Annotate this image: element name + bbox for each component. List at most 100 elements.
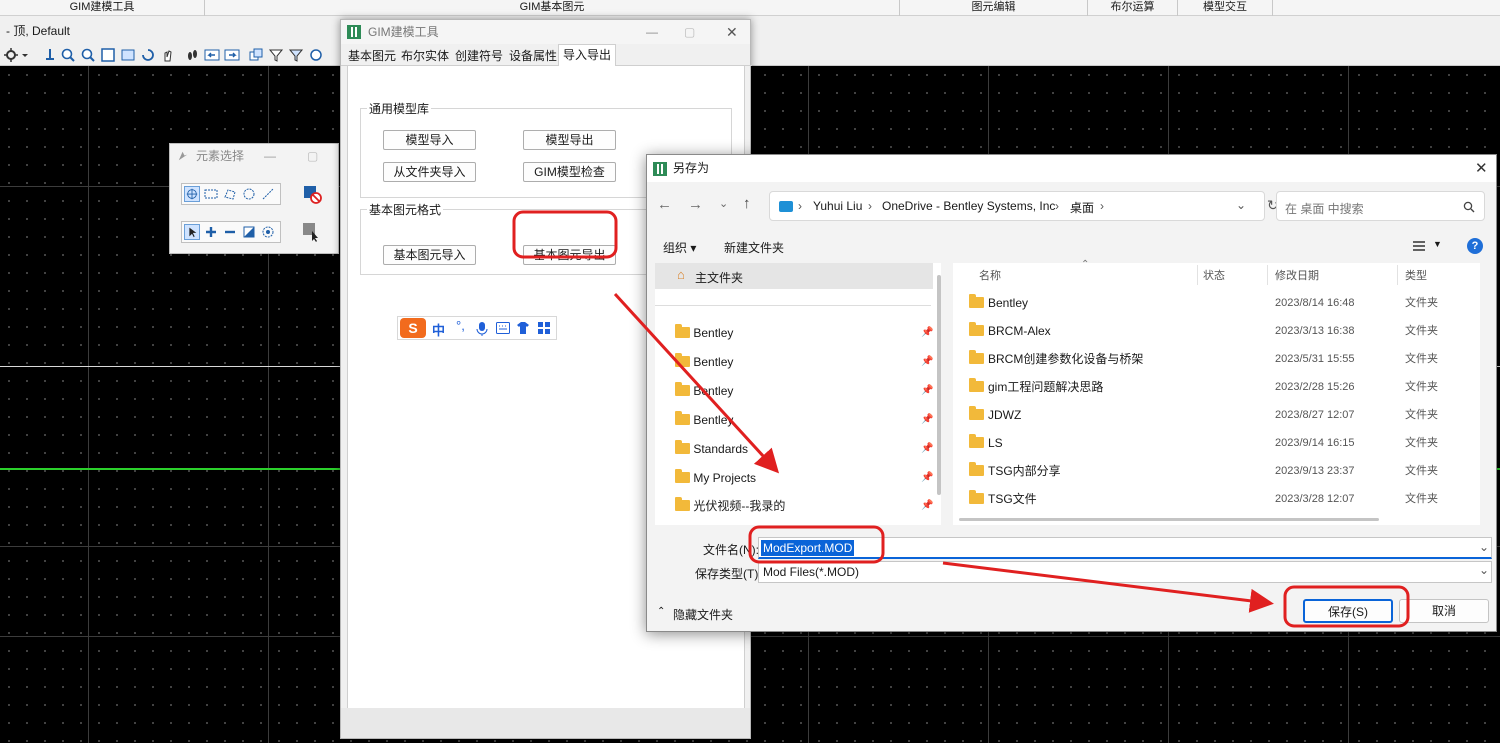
up-folder-icon[interactable]: ↑: [743, 195, 751, 212]
address-bar[interactable]: › Yuhui Liu › OneDrive - Bentley Systems…: [769, 191, 1265, 221]
file-row[interactable]: LS 2023/9/14 16:15 文件夹: [953, 431, 1473, 455]
hide-folders-toggle[interactable]: 隐藏文件夹: [673, 606, 733, 623]
shape-select-icon[interactable]: [222, 186, 238, 202]
ribbon-tab-gim-basic[interactable]: GIM基本图元: [205, 0, 900, 16]
chevron-up-icon[interactable]: ⌃: [657, 606, 665, 617]
view-options-icon[interactable]: [1412, 240, 1426, 252]
recent-chevron-icon[interactable]: ⌄: [719, 197, 728, 210]
nav-item-home[interactable]: ⌂ 主文件夹: [655, 263, 933, 289]
next-view-icon[interactable]: [224, 47, 240, 63]
tab-create-symbol[interactable]: 创建符号: [451, 46, 507, 66]
organize-menu[interactable]: 组织 ▾: [663, 239, 696, 256]
chevron-down-icon[interactable]: ▼: [1433, 239, 1442, 249]
forward-icon[interactable]: →: [688, 196, 703, 213]
toolbox-icon[interactable]: [537, 321, 551, 335]
column-header-type[interactable]: 类型: [1405, 267, 1427, 283]
nav-scrollbar[interactable]: [937, 275, 941, 495]
nav-item-pv-videos[interactable]: 光伏视频--我录的: [675, 496, 785, 516]
pin-icon[interactable]: 📌: [921, 472, 933, 483]
gim-model-check-button[interactable]: GIM模型检查: [523, 162, 616, 182]
microphone-icon[interactable]: [476, 321, 488, 337]
pan-view-icon[interactable]: [160, 47, 176, 63]
fit-view-icon[interactable]: [120, 47, 136, 63]
close-icon[interactable]: ✕: [1475, 155, 1488, 182]
settings-icon[interactable]: [3, 47, 19, 63]
zoom-in-icon[interactable]: [60, 47, 76, 63]
punctuation-icon[interactable]: °,: [456, 318, 465, 333]
zoom-out-icon[interactable]: [80, 47, 96, 63]
file-row[interactable]: BRCM创建参数化设备与桥架 2023/5/31 15:55 文件夹: [953, 347, 1473, 371]
chevron-down-icon[interactable]: ⌄: [1479, 540, 1489, 554]
clip-volume-icon[interactable]: [268, 47, 284, 63]
breadcrumb-user[interactable]: Yuhui Liu: [813, 199, 862, 213]
view-display-icon[interactable]: [308, 47, 324, 63]
nav-item-bentley-1[interactable]: Bentley: [675, 323, 733, 343]
maximize-icon[interactable]: ▢: [684, 20, 695, 44]
file-row[interactable]: Bentley 2023/8/14 16:48 文件夹: [953, 291, 1473, 315]
help-icon[interactable]: ?: [1467, 238, 1483, 254]
invert-selection-icon[interactable]: [241, 224, 257, 240]
minimize-icon[interactable]: —: [264, 144, 276, 168]
address-dropdown-icon[interactable]: ⌄: [1236, 198, 1246, 212]
basic-element-import-button[interactable]: 基本图元导入: [383, 245, 476, 265]
rotate-view-icon[interactable]: [140, 47, 156, 63]
tab-device-properties[interactable]: 设备属性: [505, 46, 561, 66]
nav-item-my-projects[interactable]: My Projects: [675, 468, 756, 488]
model-export-button[interactable]: 模型导出: [523, 130, 616, 150]
nav-item-bentley-2[interactable]: Bentley: [675, 352, 733, 372]
back-icon[interactable]: ←: [657, 196, 672, 213]
search-box[interactable]: 在 桌面 中搜索: [1276, 191, 1485, 221]
ribbon-tab-element-edit[interactable]: 图元编辑: [900, 0, 1088, 16]
sogou-logo-icon[interactable]: S: [400, 318, 426, 338]
import-from-folder-button[interactable]: 从文件夹导入: [383, 162, 476, 182]
previous-view-icon[interactable]: [204, 47, 220, 63]
minimize-icon[interactable]: —: [646, 20, 658, 44]
clear-selection-icon[interactable]: [302, 184, 322, 204]
line-select-icon[interactable]: [260, 186, 276, 202]
ime-mode-label[interactable]: 中: [432, 320, 445, 339]
breadcrumb-desktop[interactable]: 桌面: [1070, 199, 1094, 216]
file-row[interactable]: TSG内部分享 2023/9/13 23:37 文件夹: [953, 459, 1473, 483]
walk-icon[interactable]: [184, 47, 200, 63]
file-row[interactable]: BRCM-Alex 2023/3/13 16:38 文件夹: [953, 319, 1473, 343]
nav-item-bentley-3[interactable]: Bentley: [675, 381, 733, 401]
pin-icon[interactable]: 📌: [921, 356, 933, 367]
chevron-down-icon[interactable]: [20, 47, 30, 63]
add-selection-icon[interactable]: [203, 224, 219, 240]
window-area-icon[interactable]: [100, 47, 116, 63]
close-icon[interactable]: ✕: [726, 20, 738, 44]
tab-basic-elements[interactable]: 基本图元: [344, 46, 400, 66]
copy-view-icon[interactable]: [248, 47, 264, 63]
file-row[interactable]: TSG文件 2023/3/28 12:07 文件夹: [953, 487, 1473, 511]
select-pointer-icon[interactable]: [302, 222, 322, 242]
breadcrumb-onedrive[interactable]: OneDrive - Bentley Systems, Inc: [882, 199, 1055, 213]
ribbon-tab-gim-modeling[interactable]: GIM建模工具: [0, 0, 205, 16]
pin-icon[interactable]: 📌: [921, 385, 933, 396]
pin-icon[interactable]: 📌: [921, 414, 933, 425]
individual-select-icon[interactable]: [184, 186, 200, 202]
filename-input[interactable]: ModExport.MOD ⌄: [758, 537, 1492, 559]
file-row[interactable]: gim工程问题解决思路 2023/2/28 15:26 文件夹: [953, 375, 1473, 399]
column-header-name[interactable]: 名称: [979, 267, 1001, 283]
file-row[interactable]: JDWZ 2023/8/27 12:07 文件夹: [953, 403, 1473, 427]
clip-mask-icon[interactable]: [288, 47, 304, 63]
column-header-status[interactable]: 状态: [1203, 267, 1225, 283]
keyboard-icon[interactable]: [496, 322, 510, 334]
ribbon-tab-boolean[interactable]: 布尔运算: [1088, 0, 1178, 16]
select-all-icon[interactable]: [260, 224, 276, 240]
tab-boolean-solids[interactable]: 布尔实体: [397, 46, 453, 66]
new-folder-button[interactable]: 新建文件夹: [724, 239, 784, 256]
tab-import-export[interactable]: 导入导出: [558, 44, 617, 67]
horizontal-scrollbar[interactable]: [959, 518, 1379, 521]
chevron-down-icon[interactable]: ⌄: [1479, 563, 1489, 577]
close-icon[interactable]: ▢: [307, 144, 318, 168]
block-select-icon[interactable]: [203, 186, 219, 202]
ribbon-tab-model-interaction[interactable]: 模型交互: [1178, 0, 1273, 16]
column-header-modified[interactable]: 修改日期: [1275, 267, 1319, 283]
model-import-button[interactable]: 模型导入: [383, 130, 476, 150]
subtract-selection-icon[interactable]: [222, 224, 238, 240]
cancel-button[interactable]: 取消: [1399, 599, 1489, 623]
pin-icon[interactable]: 📌: [921, 327, 933, 338]
basic-element-export-button[interactable]: 基本图元导出: [523, 245, 616, 265]
new-selection-icon[interactable]: [184, 224, 200, 240]
